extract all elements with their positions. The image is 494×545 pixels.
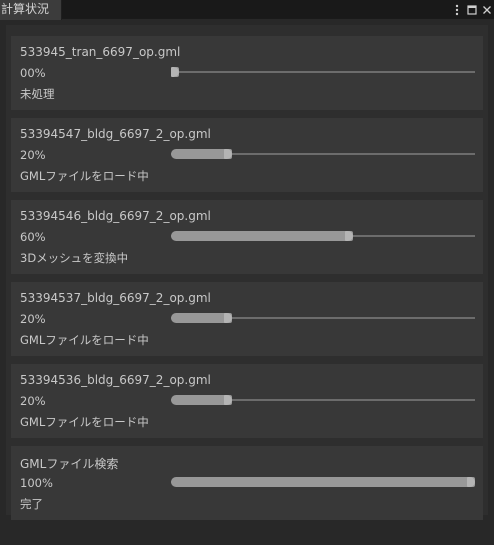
task-file-name: GMLファイル検索	[20, 457, 119, 471]
task-percent: 20%	[20, 312, 46, 326]
progress-fill	[171, 149, 232, 159]
task-file-name: 53394537_bldg_6697_2_op.gml	[20, 291, 211, 305]
tab-actions	[452, 0, 492, 19]
progress-fill	[171, 231, 353, 241]
task-percent: 60%	[20, 230, 46, 244]
task-status: 3Dメッシュを変換中	[20, 251, 129, 265]
tab-calculation-status[interactable]: 計算状況	[0, 0, 62, 20]
task-card: 53394536_bldg_6697_2_op.gml 20% GMLファイルをロー…	[11, 364, 483, 438]
task-card: 53394547_bldg_6697_2_op.gml 20% GMLファイルをロー…	[11, 118, 483, 192]
close-icon[interactable]	[482, 4, 492, 16]
progress-track	[171, 71, 475, 73]
kebab-menu-icon[interactable]	[452, 4, 462, 16]
progress-fill	[171, 477, 475, 487]
progress-window: 計算状況 533945_tran_6697_op.gml 00% 未処理 533945…	[0, 0, 494, 545]
task-file-name: 53394546_bldg_6697_2_op.gml	[20, 209, 211, 223]
task-card: 533945_tran_6697_op.gml 00% 未処理	[11, 36, 483, 110]
task-status: GMLファイルをロード中	[20, 415, 149, 429]
scrollbar-area	[489, 25, 494, 515]
task-card: 53394546_bldg_6697_2_op.gml 60% 3Dメッシュを変換中	[11, 200, 483, 274]
task-status: GMLファイルをロード中	[20, 169, 149, 183]
task-file-name: 53394547_bldg_6697_2_op.gml	[20, 127, 211, 141]
task-percent: 00%	[20, 66, 46, 80]
maximize-icon[interactable]	[467, 4, 477, 16]
task-status: 未処理	[20, 87, 55, 101]
task-percent: 100%	[20, 476, 53, 490]
task-percent: 20%	[20, 148, 46, 162]
task-card: 53394537_bldg_6697_2_op.gml 20% GMLファイルをロー…	[11, 282, 483, 356]
tab-bar: 計算状況	[0, 0, 494, 20]
task-status: GMLファイルをロード中	[20, 333, 149, 347]
task-file-name: 53394536_bldg_6697_2_op.gml	[20, 373, 211, 387]
task-file-name: 533945_tran_6697_op.gml	[20, 45, 181, 59]
progress-fill	[171, 313, 232, 323]
task-status: 完了	[20, 497, 43, 511]
task-percent: 20%	[20, 394, 46, 408]
task-card: GMLファイル検索 100% 完了	[11, 446, 483, 520]
progress-fill	[171, 395, 232, 405]
